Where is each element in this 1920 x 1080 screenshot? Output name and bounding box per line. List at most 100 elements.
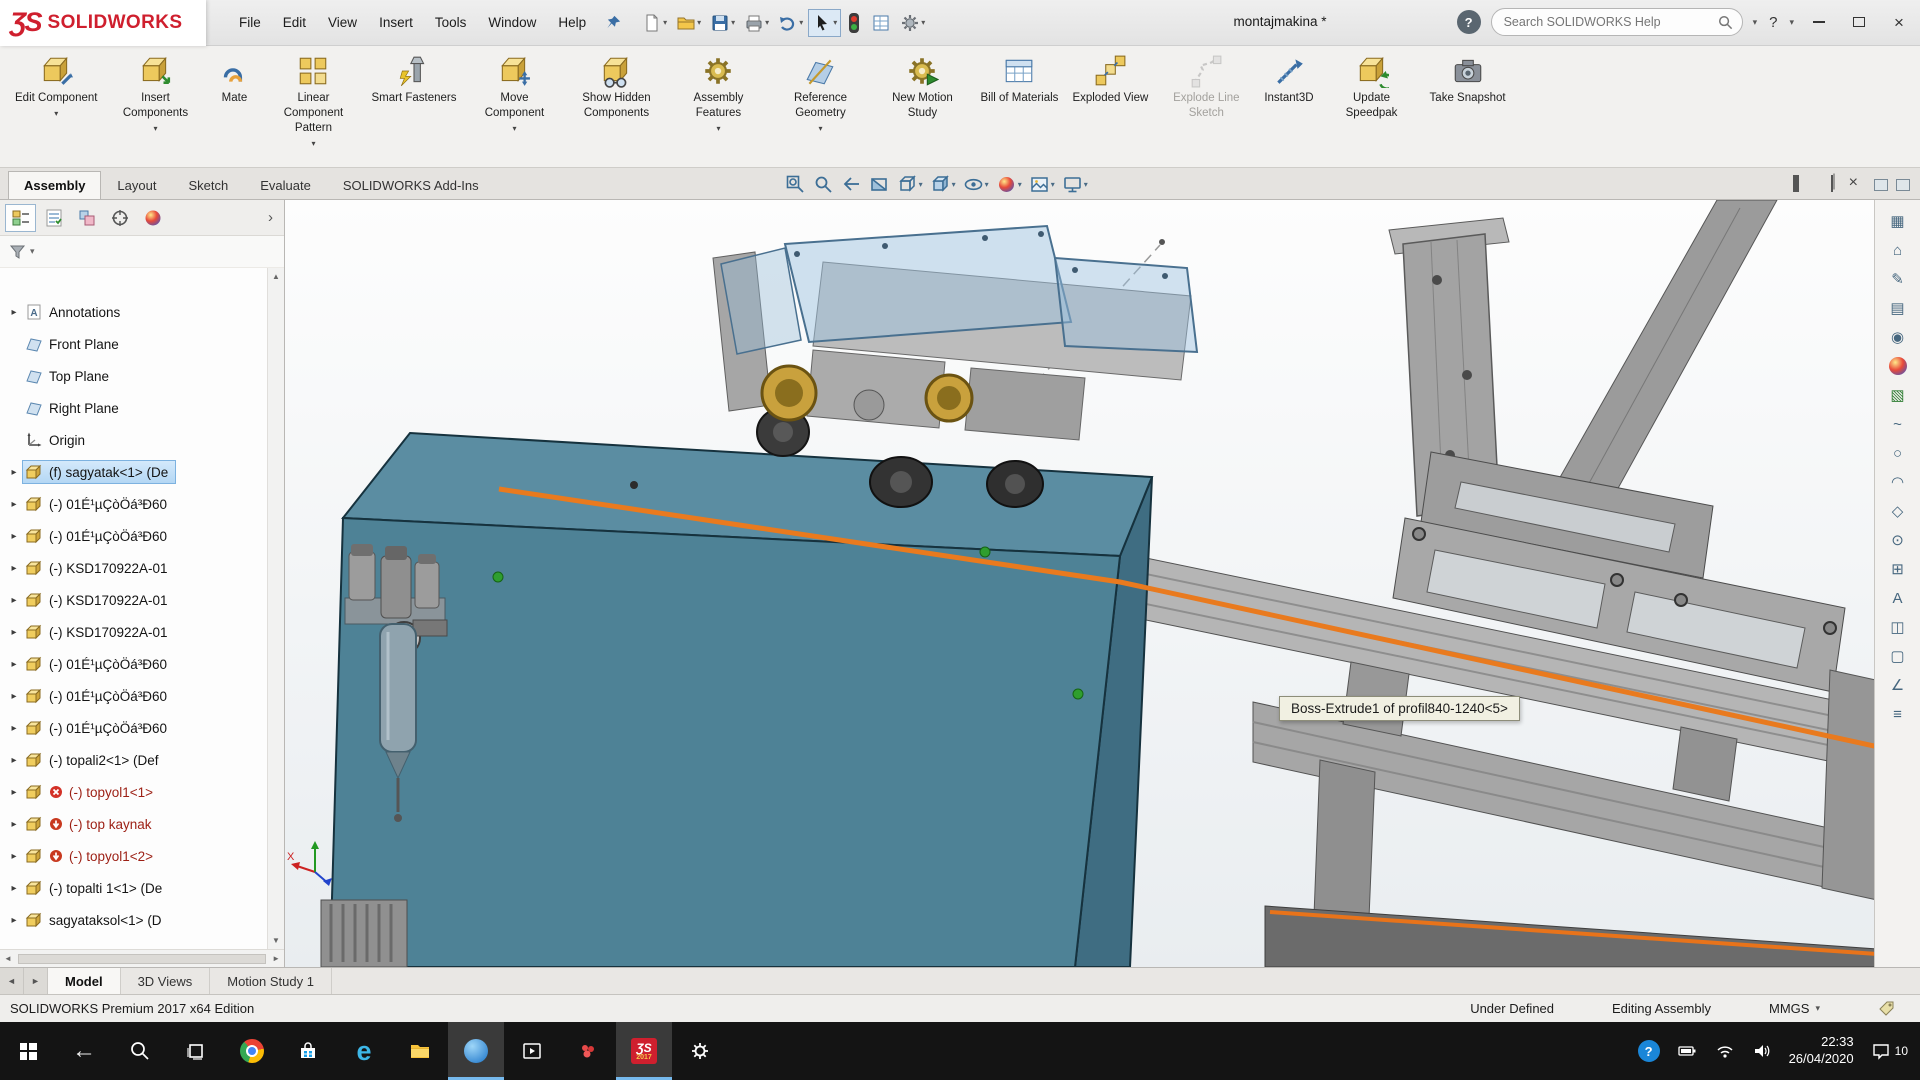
ribbon-edit-component[interactable]: Edit Component ▾ bbox=[8, 51, 104, 121]
tags-icon[interactable] bbox=[1878, 1000, 1896, 1018]
tree-item-topyol1-2[interactable]: ▸ (-) topyol1<2> bbox=[6, 840, 266, 872]
tree-item-topali2[interactable]: ▸ (-) topali2<1> (Def bbox=[6, 744, 266, 776]
tab-sketch[interactable]: Sketch bbox=[172, 171, 244, 199]
minimize-window-button[interactable] bbox=[1804, 9, 1834, 35]
battery-icon[interactable] bbox=[1677, 1041, 1698, 1061]
tree-item-sagyatak[interactable]: ▸ (f) sagyatak<1> (De bbox=[6, 456, 266, 488]
menu-view[interactable]: View bbox=[317, 8, 368, 37]
expand-arrow-icon[interactable]: ▸ bbox=[6, 787, 22, 798]
tree-item-sagyataksol[interactable]: ▸ sagyataksol<1> (D bbox=[6, 904, 266, 936]
search-icon[interactable] bbox=[1717, 14, 1734, 31]
taskbar-clock[interactable]: 22:33 26/04/2020 bbox=[1789, 1034, 1854, 1068]
start-button[interactable] bbox=[0, 1022, 56, 1080]
tree-item-component[interactable]: ▸ (-) 01É¹µÇòÖá³Ð60 bbox=[6, 712, 266, 744]
tab-scroll-left-button[interactable]: ◄ bbox=[0, 968, 24, 994]
tab-dimxpertmanager[interactable] bbox=[104, 204, 135, 232]
scroll-up-icon[interactable]: ▲ bbox=[272, 272, 280, 281]
wifi-icon[interactable] bbox=[1715, 1041, 1735, 1061]
close-window-button[interactable]: × bbox=[1884, 9, 1914, 35]
filter-caret-icon[interactable]: ▾ bbox=[30, 246, 35, 257]
zoom-to-fit-button[interactable] bbox=[785, 174, 806, 195]
tab-solidworks-add-ins[interactable]: SOLIDWORKS Add-Ins bbox=[327, 171, 495, 199]
tab-model[interactable]: Model bbox=[48, 968, 121, 994]
tree-item-topalti[interactable]: ▸ (-) topalti 1<1> (De bbox=[6, 872, 266, 904]
help-search-input[interactable] bbox=[1503, 15, 1711, 29]
taskbar-search-button[interactable] bbox=[112, 1022, 168, 1080]
text-icon[interactable]: A bbox=[1885, 587, 1911, 609]
ribbon-bill-of-materials[interactable]: Bill of Materials bbox=[973, 51, 1065, 109]
get-help-icon[interactable]: ? bbox=[1637, 1040, 1660, 1062]
ribbon-assembly-features[interactable]: Assembly Features ▾ bbox=[667, 51, 769, 136]
scroll-down-icon[interactable]: ▼ bbox=[272, 936, 280, 945]
tree-item-top-kaynak[interactable]: ▸ (-) top kaynak bbox=[6, 808, 266, 840]
home-icon[interactable]: ⌂ bbox=[1885, 239, 1911, 261]
tree-item-component[interactable]: ▸ (-) KSD170922A-01 bbox=[6, 616, 266, 648]
ribbon-exploded-view[interactable]: Exploded View bbox=[1065, 51, 1155, 109]
tab-motion-study-1[interactable]: Motion Study 1 bbox=[210, 968, 332, 994]
graphics-viewport[interactable]: X Boss-Extrude1 of profil840-1240<5> ▦ ⌂… bbox=[285, 200, 1920, 967]
expand-arrow-icon[interactable]: ▸ bbox=[6, 755, 22, 766]
apply-scene-button[interactable]: ▾ bbox=[1029, 174, 1055, 195]
maximize-window-button[interactable] bbox=[1844, 9, 1874, 35]
view-settings-button[interactable]: ▾ bbox=[1062, 174, 1088, 195]
scene-icon[interactable]: ▧ bbox=[1885, 384, 1911, 406]
ribbon-take-snapshot[interactable]: Take Snapshot bbox=[1423, 51, 1513, 109]
ribbon-mate[interactable]: Mate bbox=[206, 51, 262, 109]
back-button[interactable]: ← bbox=[56, 1022, 112, 1080]
mirror-icon[interactable]: ◫ bbox=[1885, 616, 1911, 638]
expand-arrow-icon[interactable]: ▸ bbox=[6, 563, 22, 574]
menu-edit[interactable]: Edit bbox=[272, 8, 317, 37]
tree-item-component[interactable]: ▸ (-) 01É¹µÇòÖá³Ð60 bbox=[6, 488, 266, 520]
spline-icon[interactable]: ~ bbox=[1885, 413, 1911, 435]
print-button[interactable]: ▾ bbox=[740, 9, 773, 37]
tab-assembly[interactable]: Assembly bbox=[8, 171, 102, 199]
pin-menu-icon[interactable] bbox=[605, 14, 622, 31]
tab-displaymanager[interactable] bbox=[137, 204, 168, 232]
point-icon[interactable]: ⊙ bbox=[1885, 529, 1911, 551]
select-tool-button[interactable]: ▾ bbox=[808, 8, 842, 37]
options-button[interactable]: ▾ bbox=[896, 9, 929, 37]
task-view-button[interactable] bbox=[168, 1022, 224, 1080]
arc-icon[interactable]: ◠ bbox=[1885, 471, 1911, 493]
tab-configurationmanager[interactable] bbox=[71, 204, 102, 232]
expand-arrow-icon[interactable]: ▸ bbox=[6, 723, 22, 734]
tree-item-component[interactable]: ▸ (-) KSD170922A-01 bbox=[6, 584, 266, 616]
tree-item-component[interactable]: ▸ (-) 01É¹µÇòÖá³Ð60 bbox=[6, 680, 266, 712]
expand-arrow-icon[interactable]: ▸ bbox=[6, 467, 22, 478]
edit-appearance-button[interactable]: ▾ bbox=[996, 174, 1022, 195]
scroll-right-icon[interactable]: ► bbox=[272, 954, 280, 963]
menu-insert[interactable]: Insert bbox=[368, 8, 424, 37]
restore-document-button[interactable] bbox=[1830, 174, 1833, 192]
save-button[interactable]: ▾ bbox=[706, 9, 739, 37]
ribbon-reference-geometry[interactable]: Reference Geometry ▾ bbox=[769, 51, 871, 136]
circle-icon[interactable]: ○ bbox=[1885, 442, 1911, 464]
scroll-left-icon[interactable]: ◄ bbox=[4, 954, 12, 963]
tab-layout[interactable]: Layout bbox=[101, 171, 172, 199]
pattern-icon[interactable]: ⊞ bbox=[1885, 558, 1911, 580]
target-icon[interactable]: ◉ bbox=[1885, 326, 1911, 348]
tree-item-component[interactable]: ▸ (-) KSD170922A-01 bbox=[6, 552, 266, 584]
tab-featuremanager-tree[interactable] bbox=[5, 203, 36, 232]
sketch-pencil-icon[interactable]: ✎ bbox=[1885, 268, 1911, 290]
tab-3d-views[interactable]: 3D Views bbox=[121, 968, 211, 994]
tree-item-top-plane[interactable]: Top Plane bbox=[6, 360, 266, 392]
section-view-button[interactable] bbox=[869, 174, 890, 195]
tab-propertymanager[interactable] bbox=[38, 204, 69, 232]
expand-arrow-icon[interactable]: ▸ bbox=[6, 307, 22, 318]
ribbon-update-speedpak[interactable]: Update Speedpak bbox=[1321, 51, 1423, 124]
view-orientation-button[interactable]: ▾ bbox=[897, 174, 923, 195]
section-list-icon[interactable]: ≡ bbox=[1885, 703, 1911, 725]
tab-evaluate[interactable]: Evaluate bbox=[244, 171, 327, 199]
menu-tools[interactable]: Tools bbox=[424, 8, 478, 37]
expand-arrow-icon[interactable]: ▸ bbox=[6, 595, 22, 606]
tree-vertical-scrollbar[interactable]: ▲ ▼ bbox=[267, 268, 284, 949]
ribbon-insert-components[interactable]: Insert Components ▾ bbox=[104, 51, 206, 136]
selection-filter-button[interactable] bbox=[842, 8, 866, 38]
tab-scroll-right-button[interactable]: ► bbox=[24, 968, 48, 994]
taskbar-app-browser-active[interactable] bbox=[448, 1022, 504, 1080]
measure-icon[interactable]: ∠ bbox=[1885, 674, 1911, 696]
polygon-icon[interactable]: ◇ bbox=[1885, 500, 1911, 522]
appearances-sphere-icon[interactable] bbox=[1885, 355, 1911, 377]
design-library-icon[interactable]: ▤ bbox=[1885, 297, 1911, 319]
taskbar-app-movies-tv[interactable] bbox=[504, 1022, 560, 1080]
